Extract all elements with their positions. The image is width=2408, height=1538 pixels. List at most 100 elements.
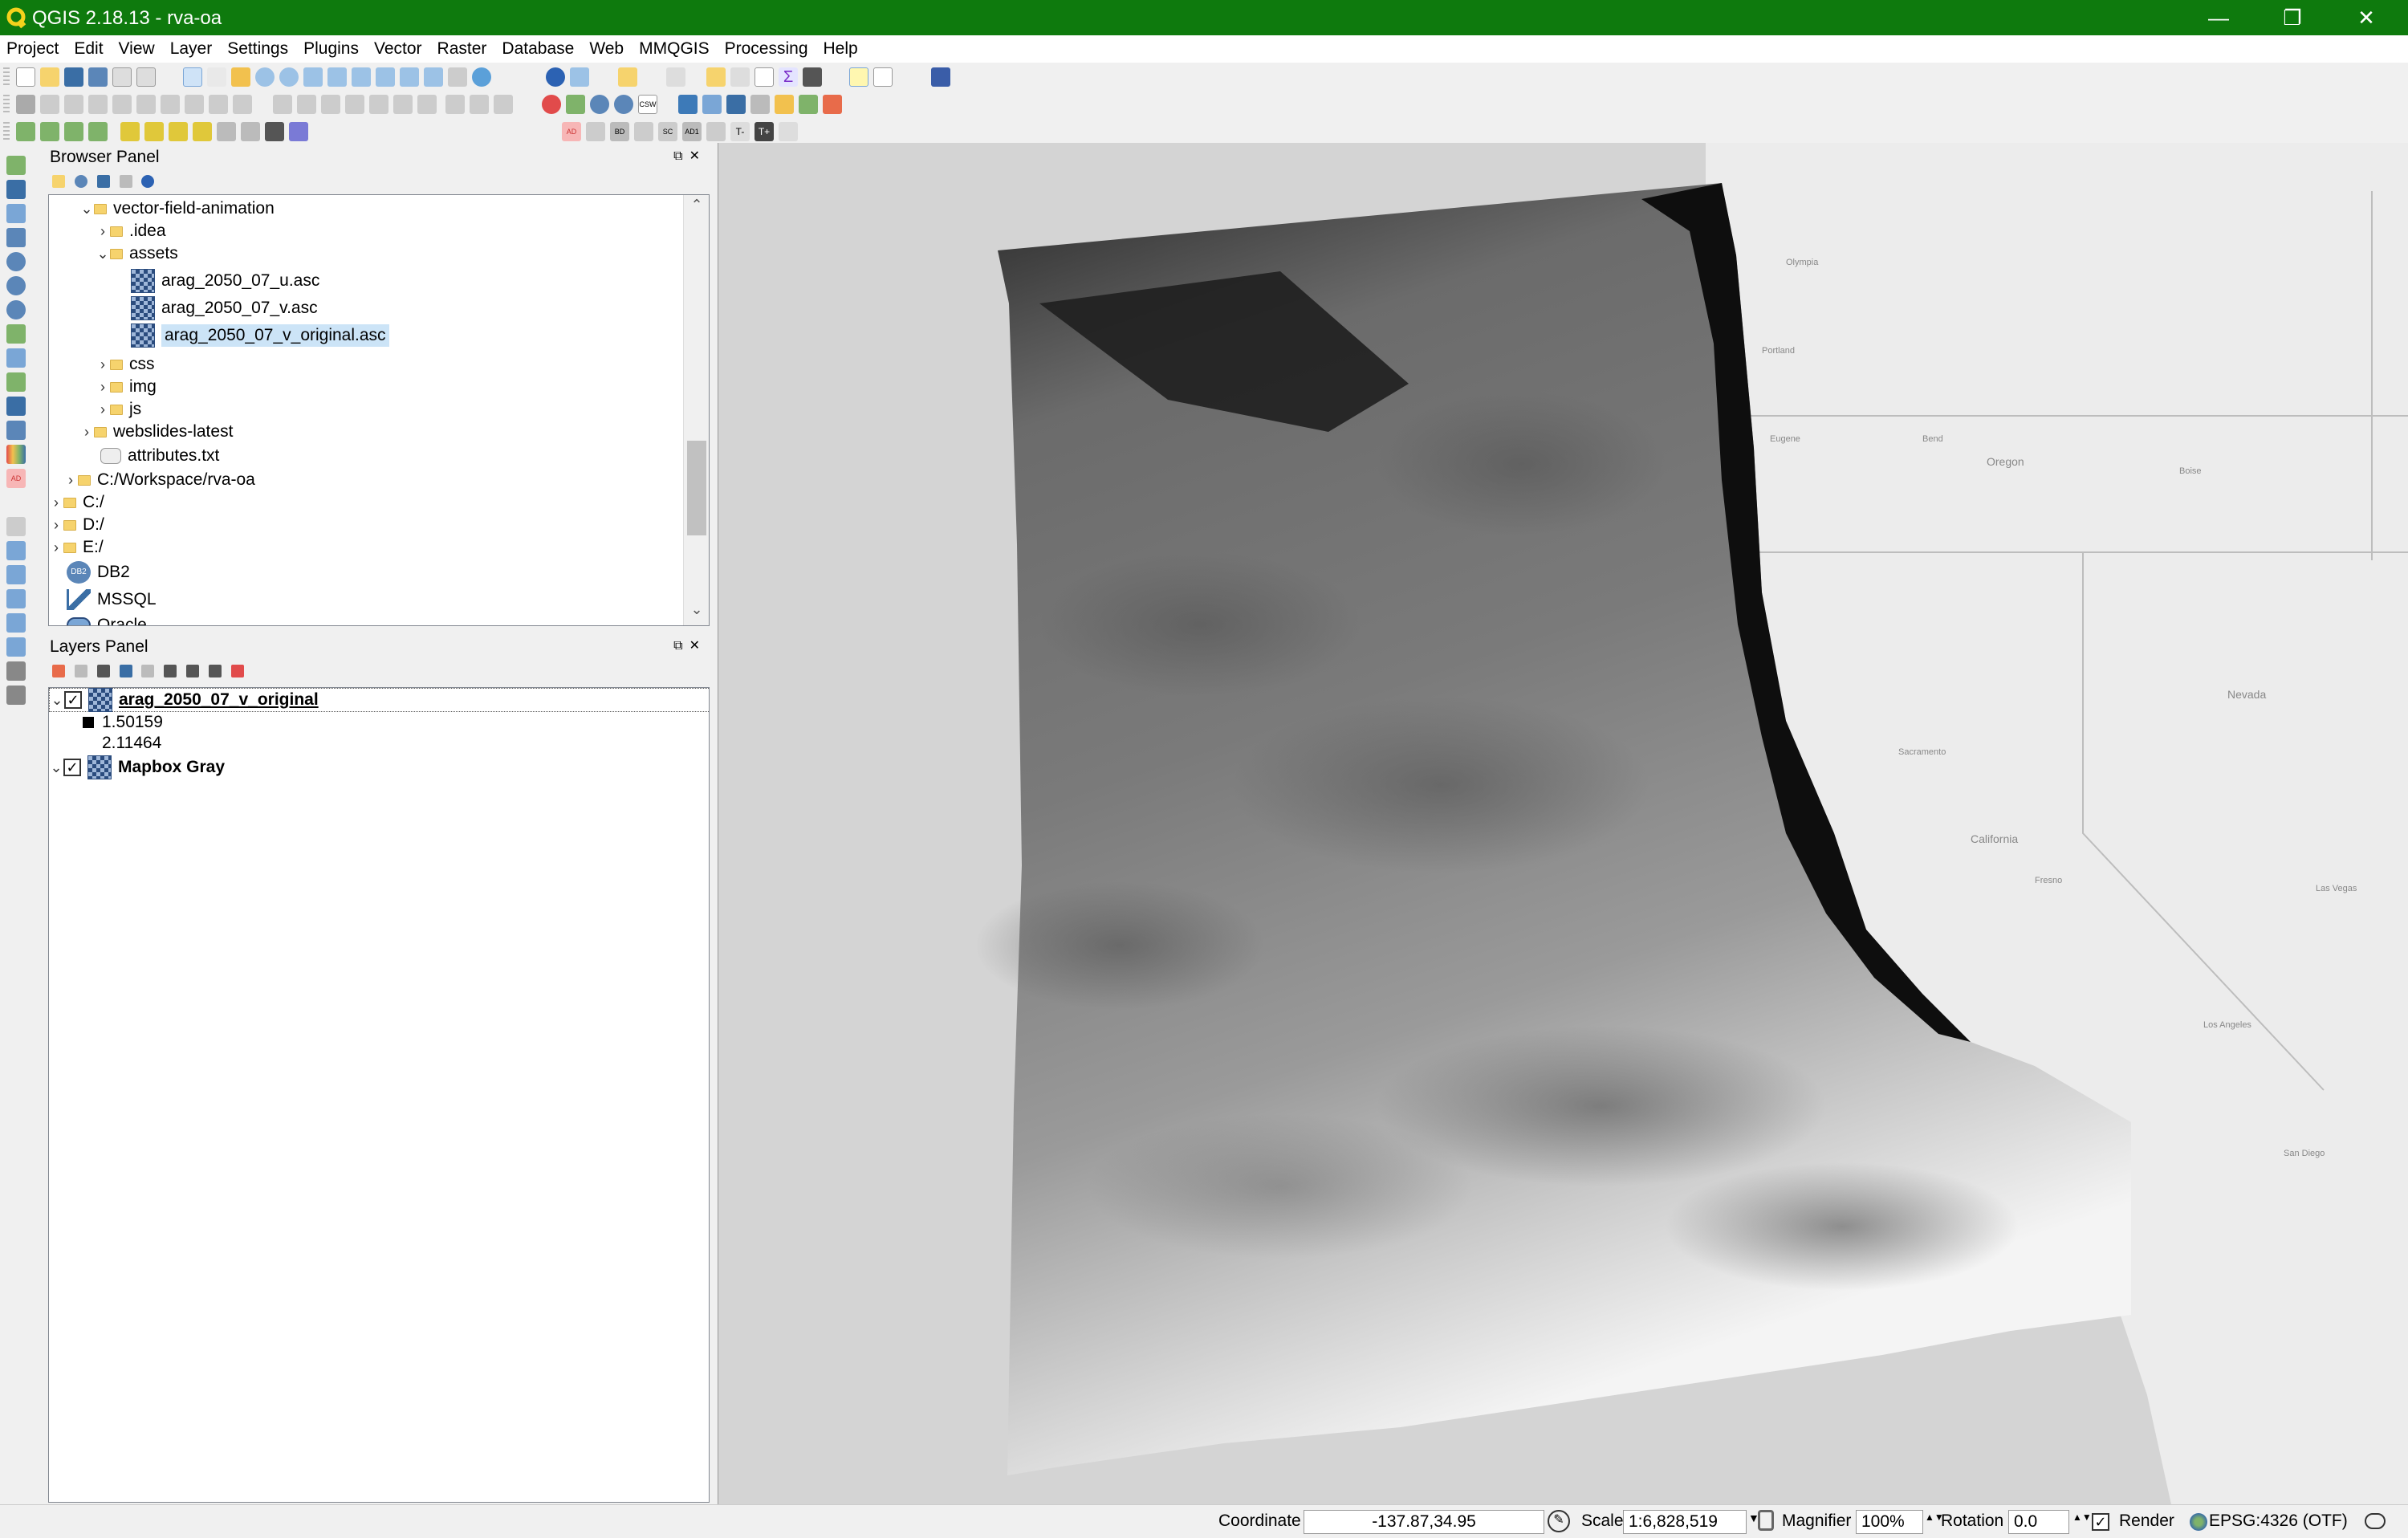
tree-item[interactable]: arag_2050_07_v.asc — [131, 295, 318, 322]
toggle-editing-icon[interactable] — [40, 95, 59, 114]
text-minus-icon[interactable]: T- — [730, 122, 750, 141]
label-tool-icon[interactable] — [273, 95, 292, 114]
new-project-icon[interactable] — [16, 67, 35, 87]
crs-status[interactable]: EPSG:4326 (OTF) — [2209, 1512, 2348, 1531]
scroll-up-icon[interactable]: ⌃ — [684, 197, 709, 219]
show-labels-icon[interactable] — [321, 95, 340, 114]
tree-item[interactable]: DB2 DB2 — [67, 559, 130, 585]
filter-legend-icon[interactable] — [119, 665, 132, 677]
tree-item[interactable]: › js — [96, 397, 141, 421]
rotation-field[interactable]: 0.0 — [2008, 1510, 2069, 1534]
locate-icon[interactable] — [614, 95, 633, 114]
filter-expression-icon[interactable] — [141, 665, 155, 677]
chevron-right-icon[interactable]: › — [96, 379, 110, 396]
save-as-icon[interactable] — [88, 67, 108, 87]
plugin-select-icon[interactable] — [566, 95, 585, 114]
sc-icon[interactable]: SC — [658, 122, 677, 141]
menu-project[interactable]: Project — [6, 39, 59, 59]
sum-icon[interactable]: Σ — [779, 67, 798, 87]
spinner-icon[interactable]: ▲▼ — [2072, 1512, 2092, 1523]
chevron-right-icon[interactable]: › — [49, 517, 63, 534]
scroll-down-icon[interactable]: ⌄ — [684, 601, 709, 624]
chevron-right-icon[interactable]: › — [79, 424, 94, 441]
zoom-to-selection-icon[interactable] — [352, 67, 371, 87]
chevron-right-icon[interactable]: › — [49, 494, 63, 511]
remove-layer-icon[interactable] — [230, 665, 244, 677]
layer-item[interactable]: ⌄ ✓ Mapbox Gray — [49, 755, 225, 779]
toolbar-grip[interactable] — [3, 67, 10, 85]
menu-web[interactable]: Web — [589, 39, 624, 59]
change-label-icon[interactable] — [393, 95, 413, 114]
coordinate-field[interactable]: -137.87,34.95 — [1304, 1510, 1544, 1534]
map-tips-icon[interactable] — [849, 67, 868, 87]
chevron-right-icon[interactable]: › — [63, 472, 78, 489]
tile-scale-icon[interactable] — [448, 67, 467, 87]
raster-align-icon[interactable] — [88, 122, 108, 141]
magnifier-field[interactable]: 100% — [1856, 1510, 1923, 1534]
map-canvas[interactable]: Olympia Portland Eugene Bend Oregon Bois… — [718, 143, 2408, 1504]
properties-icon[interactable] — [141, 175, 155, 188]
tree-item[interactable]: › E:/ — [49, 535, 104, 559]
layer-style-icon[interactable] — [289, 122, 308, 141]
paste-features-icon[interactable] — [233, 95, 252, 114]
zoom-last-icon[interactable] — [400, 67, 419, 87]
add-vector-layer-icon[interactable] — [6, 156, 26, 175]
tree-item[interactable]: attributes.txt — [100, 444, 219, 468]
menu-raster[interactable]: Raster — [437, 39, 487, 59]
pan-map-icon[interactable] — [183, 67, 202, 87]
node-tool-icon[interactable] — [136, 95, 156, 114]
crs-globe-icon[interactable] — [2190, 1513, 2207, 1531]
histogram-icon[interactable] — [726, 95, 746, 114]
chevron-down-icon[interactable]: ⌄ — [79, 201, 94, 218]
add-raster-layer-icon[interactable] — [6, 180, 26, 199]
pan-hand-icon[interactable] — [207, 67, 226, 87]
restore-button[interactable]: ❐ — [2255, 0, 2329, 35]
layer-item[interactable]: ⌄ ✓ arag_2050_07_v_original — [49, 688, 709, 712]
pin-labels-icon[interactable] — [297, 95, 316, 114]
digitize-line-icon[interactable] — [6, 541, 26, 560]
add-part-icon[interactable] — [6, 613, 26, 633]
ad-icon[interactable]: AD — [562, 122, 581, 141]
move-up-icon[interactable] — [208, 665, 222, 677]
tree-item[interactable]: MSSQL — [67, 587, 157, 612]
menu-vector[interactable]: Vector — [374, 39, 422, 59]
zoom-to-layer-icon[interactable] — [376, 67, 395, 87]
label-properties-icon[interactable] — [417, 95, 437, 114]
python-console-icon[interactable] — [678, 95, 698, 114]
add-wms-layer-icon[interactable] — [6, 252, 26, 271]
add-selected-icon[interactable] — [52, 175, 65, 188]
select-features-icon[interactable] — [618, 67, 637, 87]
digitize-polygon-icon[interactable] — [6, 565, 26, 584]
chevron-right-icon[interactable]: › — [96, 401, 110, 418]
move-feature-icon[interactable] — [112, 95, 132, 114]
save-project-icon[interactable] — [64, 67, 83, 87]
fill-ring-icon[interactable] — [6, 637, 26, 657]
menu-edit[interactable]: Edit — [74, 39, 103, 59]
plugin-f-icon[interactable] — [706, 122, 726, 141]
raster-icon[interactable] — [265, 122, 284, 141]
identify-icon[interactable] — [546, 67, 565, 87]
add-wcs-layer-icon[interactable] — [6, 276, 26, 295]
zoom-native-icon[interactable] — [303, 67, 323, 87]
menu-view[interactable]: View — [119, 39, 155, 59]
plugin-h-icon[interactable] — [779, 122, 798, 141]
delete-selected-icon[interactable] — [161, 95, 180, 114]
add-group-icon[interactable] — [74, 665, 87, 677]
panel-float-close-icons[interactable]: ⧉✕ — [673, 637, 706, 653]
add-postgis-layer-icon[interactable] — [6, 204, 26, 223]
deselect-icon[interactable] — [666, 67, 685, 87]
rotate-label-icon[interactable] — [369, 95, 388, 114]
raster-stats-icon[interactable] — [40, 122, 59, 141]
chevron-down-icon[interactable]: ⌄ — [49, 759, 63, 776]
menu-processing[interactable]: Processing — [725, 39, 808, 59]
move-label-icon[interactable] — [345, 95, 364, 114]
chevron-right-icon[interactable]: › — [96, 356, 110, 373]
add-db2-layer-icon[interactable] — [6, 397, 26, 416]
menu-help[interactable]: Help — [824, 39, 858, 59]
grid-plugin-icon[interactable] — [750, 95, 770, 114]
bd-icon[interactable]: BD — [610, 122, 629, 141]
scale-combobox[interactable]: 1:6,828,519 — [1623, 1510, 1747, 1534]
profile-icon[interactable] — [775, 95, 794, 114]
add-delimited-layer-icon[interactable] — [6, 324, 26, 344]
new-shapefile-icon[interactable] — [6, 372, 26, 392]
